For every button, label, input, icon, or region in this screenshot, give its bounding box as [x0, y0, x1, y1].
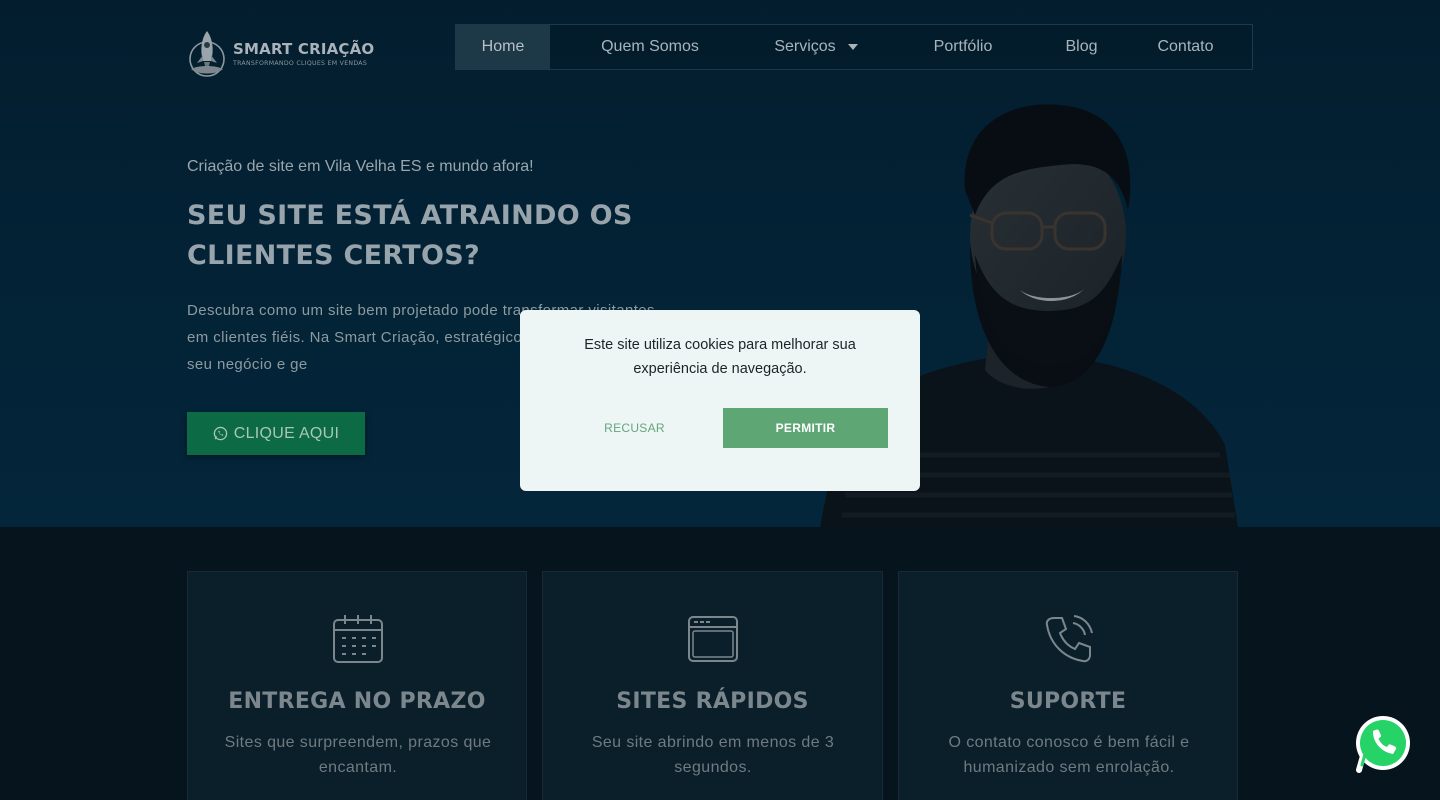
feature-description: Sites que surpreendem, prazos que encant… [224, 734, 492, 776]
nav-item-label: Serviços [774, 38, 836, 55]
nav-item-portfolio[interactable]: Portfólio [882, 25, 1044, 69]
browser-window-icon [688, 616, 738, 662]
calendar-icon [333, 615, 383, 663]
nav-item-label: Quem Somos [601, 38, 699, 55]
feature-title: SITES RÁPIDOS [616, 689, 809, 714]
phone-icon [1045, 615, 1093, 663]
cta-label: CLIQUE AQUI [233, 424, 340, 442]
allow-cookies-button[interactable]: PERMITIR [723, 408, 888, 448]
site-logo[interactable]: SMART CRIAÇÃO TRANSFORMANDO CLIQUES EM V… [187, 28, 377, 78]
main-nav: Home Quem Somos Serviços Portfólio Blog … [455, 24, 1253, 70]
nav-item-label: Portfólio [933, 38, 993, 55]
hero-kicker: Criação de site em Vila Velha ES e mundo… [187, 158, 534, 175]
logo-title: SMART CRIAÇÃO [233, 39, 375, 58]
logo-text: SMART CRIAÇÃO TRANSFORMANDO CLIQUES EM V… [233, 40, 374, 67]
feature-card-support: SUPORTE O contato conosco é bem fácil e … [898, 571, 1238, 800]
nav-item-label: Contato [1157, 38, 1214, 55]
features-section: ENTREGA NO PRAZO Sites que surpreendem, … [0, 527, 1440, 800]
feature-title: SUPORTE [1009, 689, 1127, 714]
cookie-consent-modal: Este site utiliza cookies para melhorar … [520, 310, 920, 491]
rocket-icon [189, 31, 225, 77]
whatsapp-icon [213, 426, 227, 441]
nav-item-quem-somos[interactable]: Quem Somos [550, 25, 750, 69]
nav-item-home[interactable]: Home [456, 25, 550, 69]
cookie-message: Este site utiliza cookies para melhorar … [584, 337, 856, 377]
nav-item-label: Home [481, 38, 525, 55]
nav-item-label: Blog [1065, 38, 1098, 55]
feature-title: ENTREGA NO PRAZO [228, 689, 486, 714]
refuse-cookies-button[interactable]: RECUSAR [558, 408, 711, 448]
hero-title: SEU SITE ESTÁ ATRAINDO OS CLIENTES CERTO… [187, 200, 633, 271]
feature-card-fast-sites: SITES RÁPIDOS Seu site abrindo em menos … [542, 571, 883, 800]
feature-card-delivery: ENTREGA NO PRAZO Sites que surpreendem, … [187, 571, 527, 800]
feature-description: O contato conosco é bem fácil e humaniza… [948, 734, 1190, 776]
chevron-down-icon [847, 44, 858, 50]
nav-item-servicos[interactable]: Serviços [750, 25, 882, 69]
nav-item-contato[interactable]: Contato [1119, 25, 1252, 69]
nav-item-blog[interactable]: Blog [1044, 25, 1119, 69]
cta-button[interactable]: CLIQUE AQUI [187, 412, 365, 455]
feature-description: Seu site abrindo em menos de 3 segundos. [591, 734, 835, 776]
logo-subtitle: TRANSFORMANDO CLIQUES EM VENDAS [233, 59, 368, 67]
whatsapp-float-button[interactable] [1353, 713, 1413, 773]
